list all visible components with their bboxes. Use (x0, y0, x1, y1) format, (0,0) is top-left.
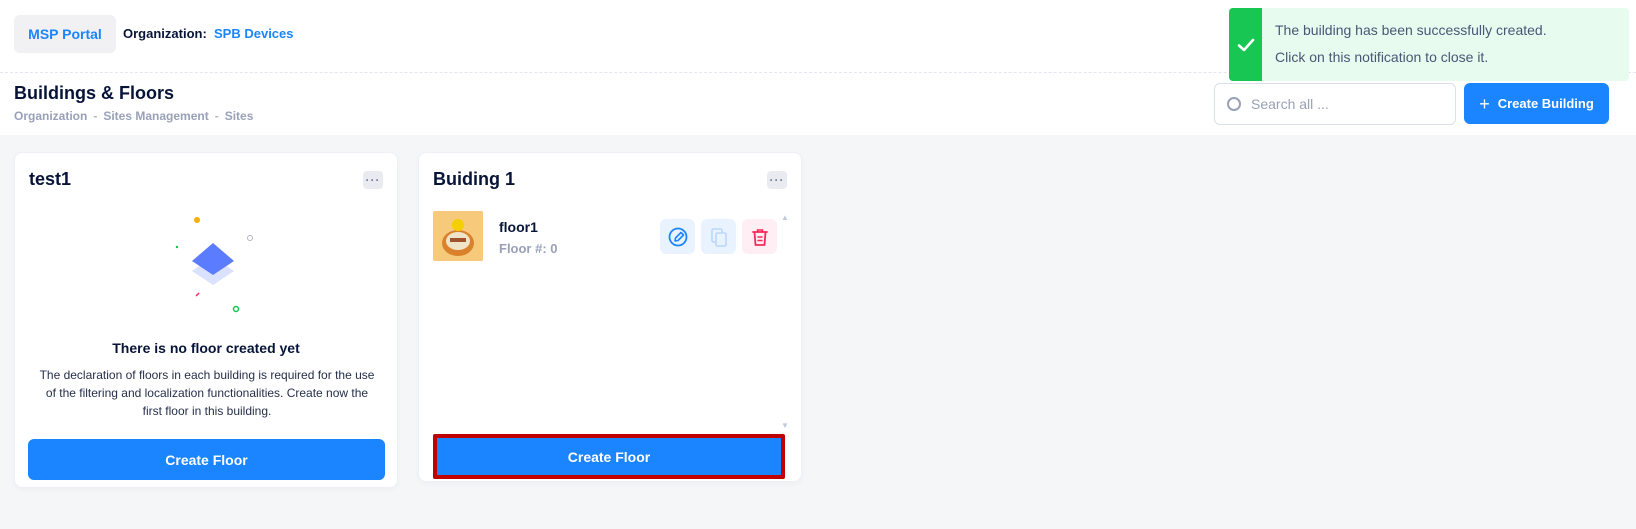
floor-thumbnail-image (433, 211, 483, 261)
plus-icon: + (1479, 93, 1490, 114)
floor-list-item[interactable]: floor1 Floor #: 0 (433, 211, 777, 263)
edit-icon (668, 227, 687, 246)
breadcrumb: Organization - Sites Management - Sites (14, 109, 253, 123)
checkmark-icon (1229, 8, 1262, 81)
empty-layers-illustration (175, 217, 253, 313)
edit-floor-button[interactable] (660, 219, 695, 254)
building-card-test1: test1 ··· There is no floor created yet … (14, 152, 398, 488)
empty-state-title: There is no floor created yet (112, 340, 300, 356)
breadcrumb-item-sites-management[interactable]: Sites Management (103, 109, 208, 123)
breadcrumb-item-organization[interactable]: Organization (14, 109, 87, 123)
search-input[interactable] (1251, 96, 1441, 112)
page-toolbar: Buildings & Floors Organization - Sites … (0, 73, 1636, 135)
page-title: Buildings & Floors (14, 83, 174, 103)
building-title: test1 (29, 169, 72, 189)
trash-icon (751, 228, 768, 246)
floor-number: Floor #: 0 (499, 241, 558, 256)
search-icon (1227, 97, 1241, 111)
breadcrumb-item-sites[interactable]: Sites (225, 109, 254, 123)
building-card-buiding-1: Buiding 1 ··· floor1 Floor #: 0 ▲ ▼ Crea… (418, 152, 802, 482)
building-title: Buiding 1 (433, 169, 515, 189)
duplicate-floor-button[interactable] (701, 219, 736, 254)
create-building-button[interactable]: + Create Building (1464, 83, 1609, 124)
scroll-up-arrow-icon[interactable]: ▲ (781, 213, 789, 222)
msp-portal-button[interactable]: MSP Portal (14, 15, 116, 53)
more-options-icon[interactable]: ··· (363, 171, 383, 189)
breadcrumb-separator: - (93, 109, 98, 123)
search-box[interactable] (1214, 83, 1456, 125)
more-options-icon[interactable]: ··· (767, 171, 787, 189)
delete-floor-button[interactable] (742, 219, 777, 254)
organization-value[interactable]: SPB Devices (214, 26, 294, 41)
breadcrumb-separator: - (214, 109, 219, 123)
create-floor-button[interactable]: Create Floor (28, 439, 385, 480)
copy-icon (710, 227, 727, 247)
empty-state-description: The declaration of floors in each buildi… (39, 368, 375, 418)
scroll-down-arrow-icon[interactable]: ▼ (781, 421, 789, 430)
success-notification[interactable]: The building has been successfully creat… (1229, 8, 1629, 81)
floor-name: floor1 (499, 219, 538, 235)
create-building-label: Create Building (1497, 96, 1594, 111)
organization-label: Organization: (123, 26, 207, 41)
notification-message: The building has been successfully creat… (1275, 22, 1547, 38)
notification-hint: Click on this notification to close it. (1275, 49, 1489, 65)
create-floor-button[interactable]: Create Floor (433, 434, 785, 479)
